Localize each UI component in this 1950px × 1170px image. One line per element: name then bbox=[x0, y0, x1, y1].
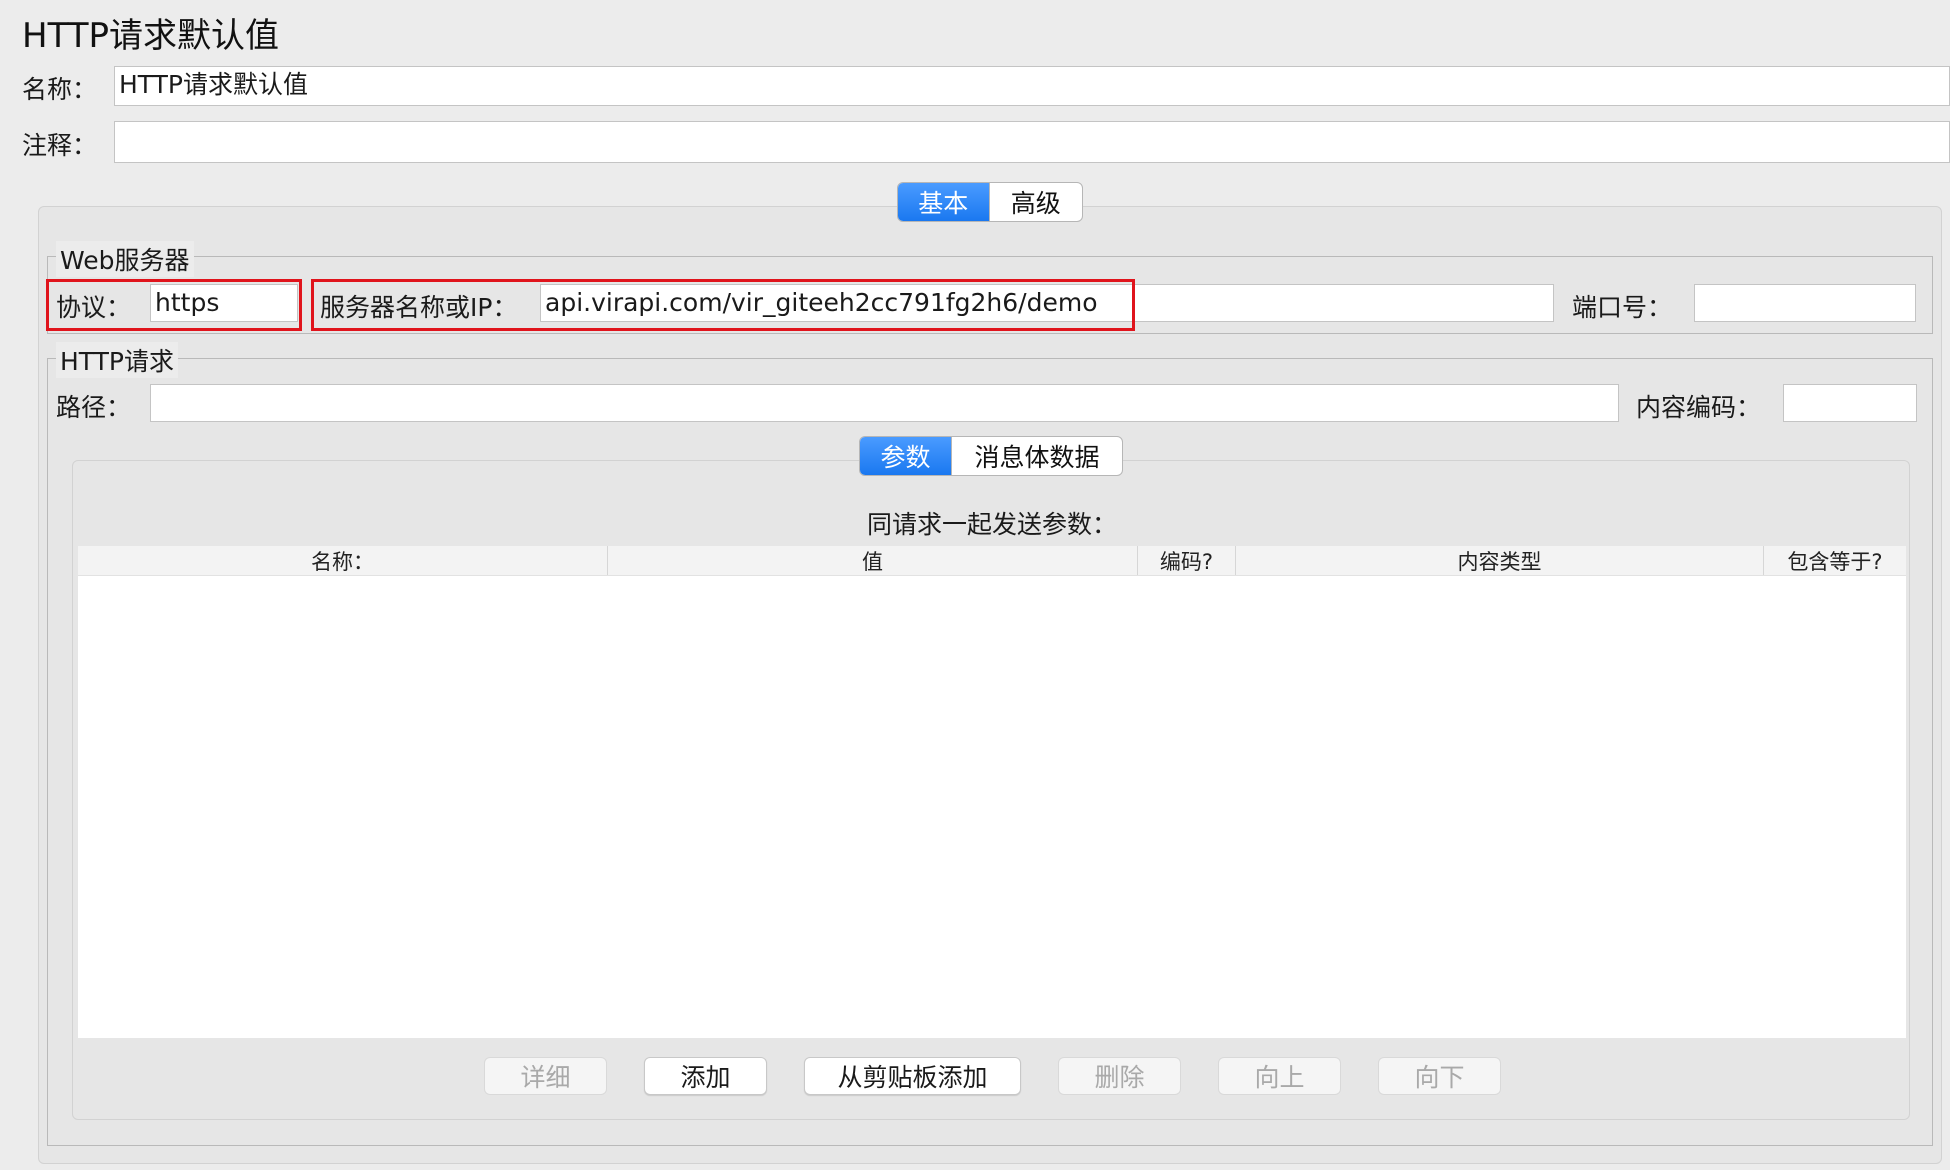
column-value[interactable]: 值 bbox=[608, 546, 1138, 575]
name-label: 名称： bbox=[22, 75, 98, 104]
add-button[interactable]: 添加 bbox=[644, 1057, 767, 1095]
move-down-button[interactable]: 向下 bbox=[1378, 1057, 1501, 1095]
params-table-header: 名称： 值 编码? 内容类型 包含等于? bbox=[78, 546, 1906, 576]
comment-label: 注释： bbox=[22, 131, 98, 160]
params-caption: 同请求一起发送参数： bbox=[866, 510, 1117, 539]
protocol-highlight bbox=[46, 279, 302, 331]
server-highlight bbox=[311, 279, 1135, 331]
port-label: 端口号： bbox=[1572, 293, 1673, 322]
tab-basic[interactable]: 基本 bbox=[898, 183, 989, 221]
column-content-type[interactable]: 内容类型 bbox=[1236, 546, 1764, 575]
column-include-equals[interactable]: 包含等于? bbox=[1764, 546, 1906, 575]
web-server-legend: Web服务器 bbox=[56, 241, 194, 277]
detail-button[interactable]: 详细 bbox=[484, 1057, 607, 1095]
encoding-input[interactable] bbox=[1783, 384, 1917, 422]
path-label: 路径： bbox=[56, 393, 132, 422]
tab-advanced[interactable]: 高级 bbox=[988, 183, 1082, 221]
tab-parameters[interactable]: 参数 bbox=[860, 437, 951, 475]
add-from-clipboard-button[interactable]: 从剪贴板添加 bbox=[804, 1057, 1021, 1095]
path-input[interactable] bbox=[150, 384, 1619, 422]
encoding-label: 内容编码： bbox=[1636, 393, 1762, 422]
main-tabs: 基本 高级 bbox=[897, 182, 1083, 222]
name-input[interactable]: HTTP请求默认值 bbox=[114, 66, 1950, 106]
comment-input[interactable] bbox=[114, 121, 1950, 163]
tab-body-data[interactable]: 消息体数据 bbox=[950, 437, 1122, 475]
column-encode[interactable]: 编码? bbox=[1138, 546, 1236, 575]
column-name[interactable]: 名称： bbox=[78, 546, 608, 575]
page-title: HTTP请求默认值 bbox=[22, 16, 280, 56]
sub-tabs: 参数 消息体数据 bbox=[859, 436, 1123, 476]
move-up-button[interactable]: 向上 bbox=[1218, 1057, 1341, 1095]
params-table-body[interactable] bbox=[78, 576, 1906, 1038]
http-request-legend: HTTP请求 bbox=[56, 342, 178, 378]
delete-button[interactable]: 删除 bbox=[1058, 1057, 1181, 1095]
port-input[interactable] bbox=[1694, 284, 1916, 322]
